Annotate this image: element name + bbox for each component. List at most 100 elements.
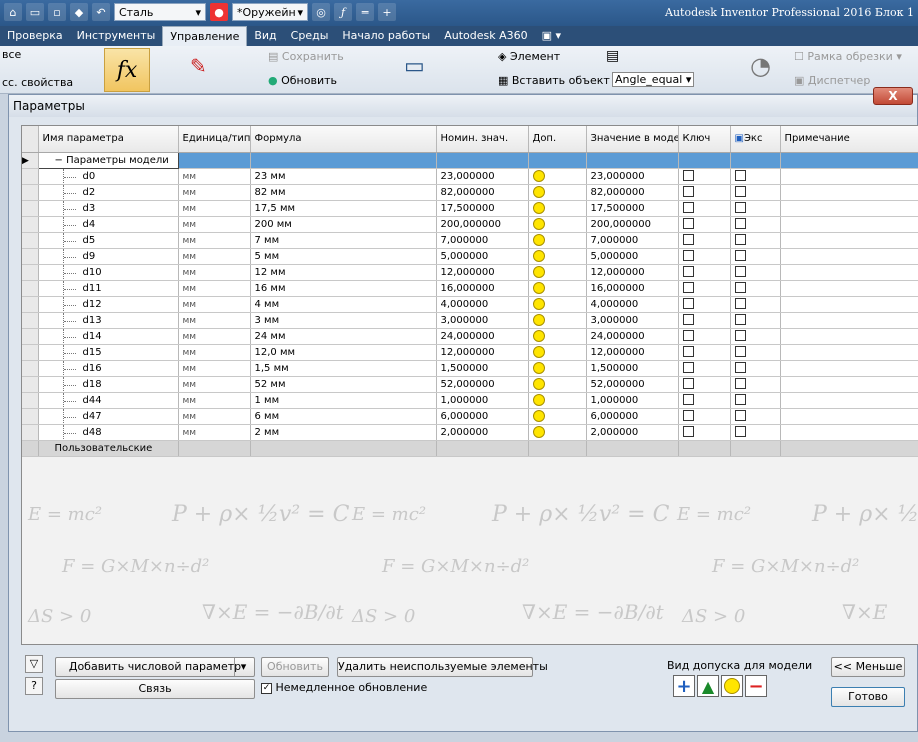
tab-environments[interactable]: Среды xyxy=(284,26,336,46)
param-name-cell[interactable]: d48 xyxy=(38,424,179,441)
key-cell[interactable] xyxy=(678,328,731,345)
export-checkbox[interactable] xyxy=(734,410,746,422)
measure-icon[interactable]: ═ xyxy=(356,3,374,21)
col-header-tolerance[interactable]: Доп. xyxy=(528,126,587,153)
key-checkbox[interactable] xyxy=(682,330,694,342)
group-row-user-params[interactable]: Пользовательские xyxy=(22,440,918,457)
export-cell[interactable] xyxy=(730,168,781,185)
formula-cell[interactable]: 5 мм xyxy=(250,248,437,265)
table-row[interactable]: d48 мм 2 мм 2,000000 2,000000 xyxy=(22,424,918,441)
export-checkbox[interactable] xyxy=(734,250,746,262)
key-cell[interactable] xyxy=(678,312,731,329)
save-icon[interactable]: ◆ xyxy=(70,3,88,21)
export-cell[interactable] xyxy=(730,248,781,265)
export-cell[interactable] xyxy=(730,232,781,249)
row-selector[interactable] xyxy=(22,440,39,457)
table-row[interactable]: d10 мм 12 мм 12,000000 12,000000 xyxy=(22,264,918,281)
unit-cell[interactable]: мм xyxy=(178,376,251,393)
formula-cell[interactable]: 3 мм xyxy=(250,312,437,329)
video-icon[interactable]: ▣ ▾ xyxy=(535,26,568,46)
tolerance-cell[interactable] xyxy=(528,424,587,441)
unit-cell[interactable]: мм xyxy=(178,344,251,361)
export-cell[interactable] xyxy=(730,328,781,345)
row-selector[interactable] xyxy=(22,312,39,329)
formula-cell[interactable]: 6 мм xyxy=(250,408,437,425)
table-row[interactable]: d47 мм 6 мм 6,000000 6,000000 xyxy=(22,408,918,425)
formula-cell[interactable]: 16 мм xyxy=(250,280,437,297)
comment-cell[interactable] xyxy=(780,328,918,345)
fx-icon[interactable]: ƒ xyxy=(334,3,352,21)
export-cell[interactable] xyxy=(730,200,781,217)
table-row[interactable]: d5 мм 7 мм 7,000000 7,000000 xyxy=(22,232,918,249)
param-name-cell[interactable]: d11 xyxy=(38,280,179,297)
row-selector[interactable] xyxy=(22,248,39,265)
tolerance-cell[interactable] xyxy=(528,312,587,329)
export-cell[interactable] xyxy=(730,344,781,361)
key-cell[interactable] xyxy=(678,168,731,185)
param-name-cell[interactable]: d10 xyxy=(38,264,179,281)
key-cell[interactable] xyxy=(678,264,731,281)
tab-view[interactable]: Вид xyxy=(247,26,283,46)
row-selector[interactable] xyxy=(22,344,39,361)
table-row[interactable]: d2 мм 82 мм 82,000000 82,000000 xyxy=(22,184,918,201)
create-icon[interactable]: ▭ xyxy=(404,54,425,79)
key-cell[interactable] xyxy=(678,408,731,425)
tab-tools[interactable]: Инструменты xyxy=(70,26,163,46)
formula-cell[interactable]: 7 мм xyxy=(250,232,437,249)
key-cell[interactable] xyxy=(678,392,731,409)
key-cell[interactable] xyxy=(678,296,731,313)
row-selector[interactable] xyxy=(22,328,39,345)
formula-cell[interactable]: 200 мм xyxy=(250,216,437,233)
table-icon[interactable]: ▤ xyxy=(606,48,619,64)
tolerance-cell[interactable] xyxy=(528,232,587,249)
comment-cell[interactable] xyxy=(780,264,918,281)
save-style-button[interactable]: ▤ Сохранить xyxy=(268,50,344,63)
col-header-unit[interactable]: Единица/тип xyxy=(178,126,251,153)
user-group-label-cell[interactable]: Пользовательские xyxy=(38,440,179,457)
export-checkbox[interactable] xyxy=(734,298,746,310)
key-checkbox[interactable] xyxy=(682,250,694,262)
export-checkbox[interactable] xyxy=(734,426,746,438)
row-selector[interactable] xyxy=(22,232,39,249)
formula-cell[interactable]: 4 мм xyxy=(250,296,437,313)
row-selector[interactable] xyxy=(22,280,39,297)
param-name-cell[interactable]: d4 xyxy=(38,216,179,233)
unit-cell[interactable]: мм xyxy=(178,392,251,409)
comment-cell[interactable] xyxy=(780,248,918,265)
tab-inspect[interactable]: Проверка xyxy=(0,26,70,46)
color-clear-icon[interactable]: ◎ xyxy=(312,3,330,21)
export-cell[interactable] xyxy=(730,408,781,425)
formula-cell[interactable]: 1 мм xyxy=(250,392,437,409)
key-checkbox[interactable] xyxy=(682,282,694,294)
unit-cell[interactable]: мм xyxy=(178,328,251,345)
row-selector[interactable]: ▶ xyxy=(22,152,39,169)
comment-cell[interactable] xyxy=(780,184,918,201)
add-numeric-parameter-button[interactable]: Добавить числовой параметр ▾ xyxy=(55,657,255,677)
col-header-model-value[interactable]: Значение в модел xyxy=(586,126,679,153)
export-checkbox[interactable] xyxy=(734,202,746,214)
comment-cell[interactable] xyxy=(780,408,918,425)
row-selector[interactable] xyxy=(22,184,39,201)
home-icon[interactable]: ⌂ xyxy=(4,3,22,21)
row-selector[interactable] xyxy=(22,392,39,409)
comment-cell[interactable] xyxy=(780,296,918,313)
key-cell[interactable] xyxy=(678,232,731,249)
formula-cell[interactable]: 1,5 мм xyxy=(250,360,437,377)
export-checkbox[interactable] xyxy=(734,282,746,294)
export-cell[interactable] xyxy=(730,392,781,409)
param-name-cell[interactable]: d18 xyxy=(38,376,179,393)
export-checkbox[interactable] xyxy=(734,346,746,358)
param-name-cell[interactable]: d15 xyxy=(38,344,179,361)
export-cell[interactable] xyxy=(730,264,781,281)
col-header-nominal[interactable]: Номин. знач. xyxy=(436,126,529,153)
row-selector[interactable] xyxy=(22,408,39,425)
col-header-key[interactable]: Ключ xyxy=(678,126,731,153)
key-checkbox[interactable] xyxy=(682,218,694,230)
tab-getting-started[interactable]: Начало работы xyxy=(335,26,437,46)
param-name-cell[interactable]: d2 xyxy=(38,184,179,201)
export-checkbox[interactable] xyxy=(734,218,746,230)
filter-button[interactable]: ▽ xyxy=(25,655,43,673)
chevron-down-icon[interactable]: ▾ xyxy=(234,658,252,676)
formula-cell[interactable]: 2 мм xyxy=(250,424,437,441)
param-name-cell[interactable]: d47 xyxy=(38,408,179,425)
